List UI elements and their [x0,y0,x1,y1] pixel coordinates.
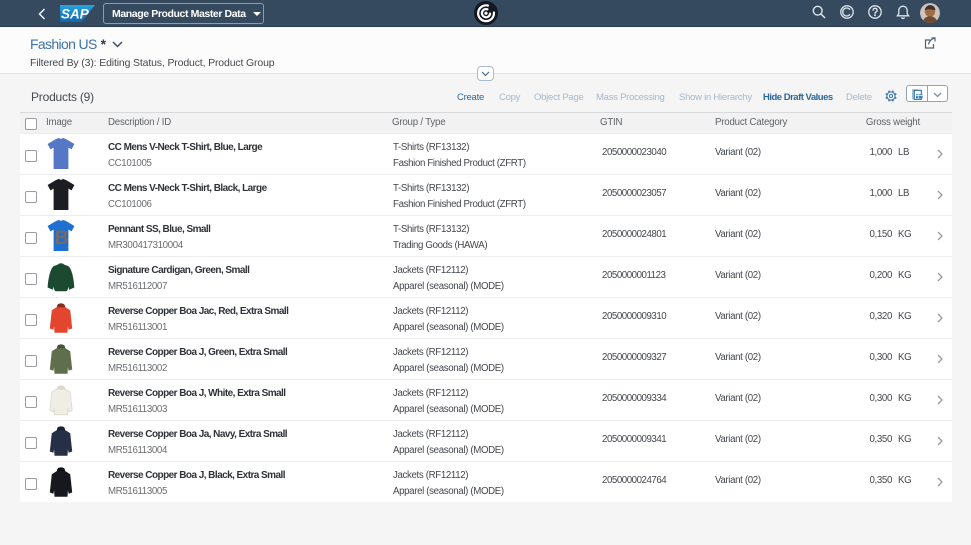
svg-text:SAP: SAP [61,7,90,22]
svg-text:B: B [55,228,68,249]
